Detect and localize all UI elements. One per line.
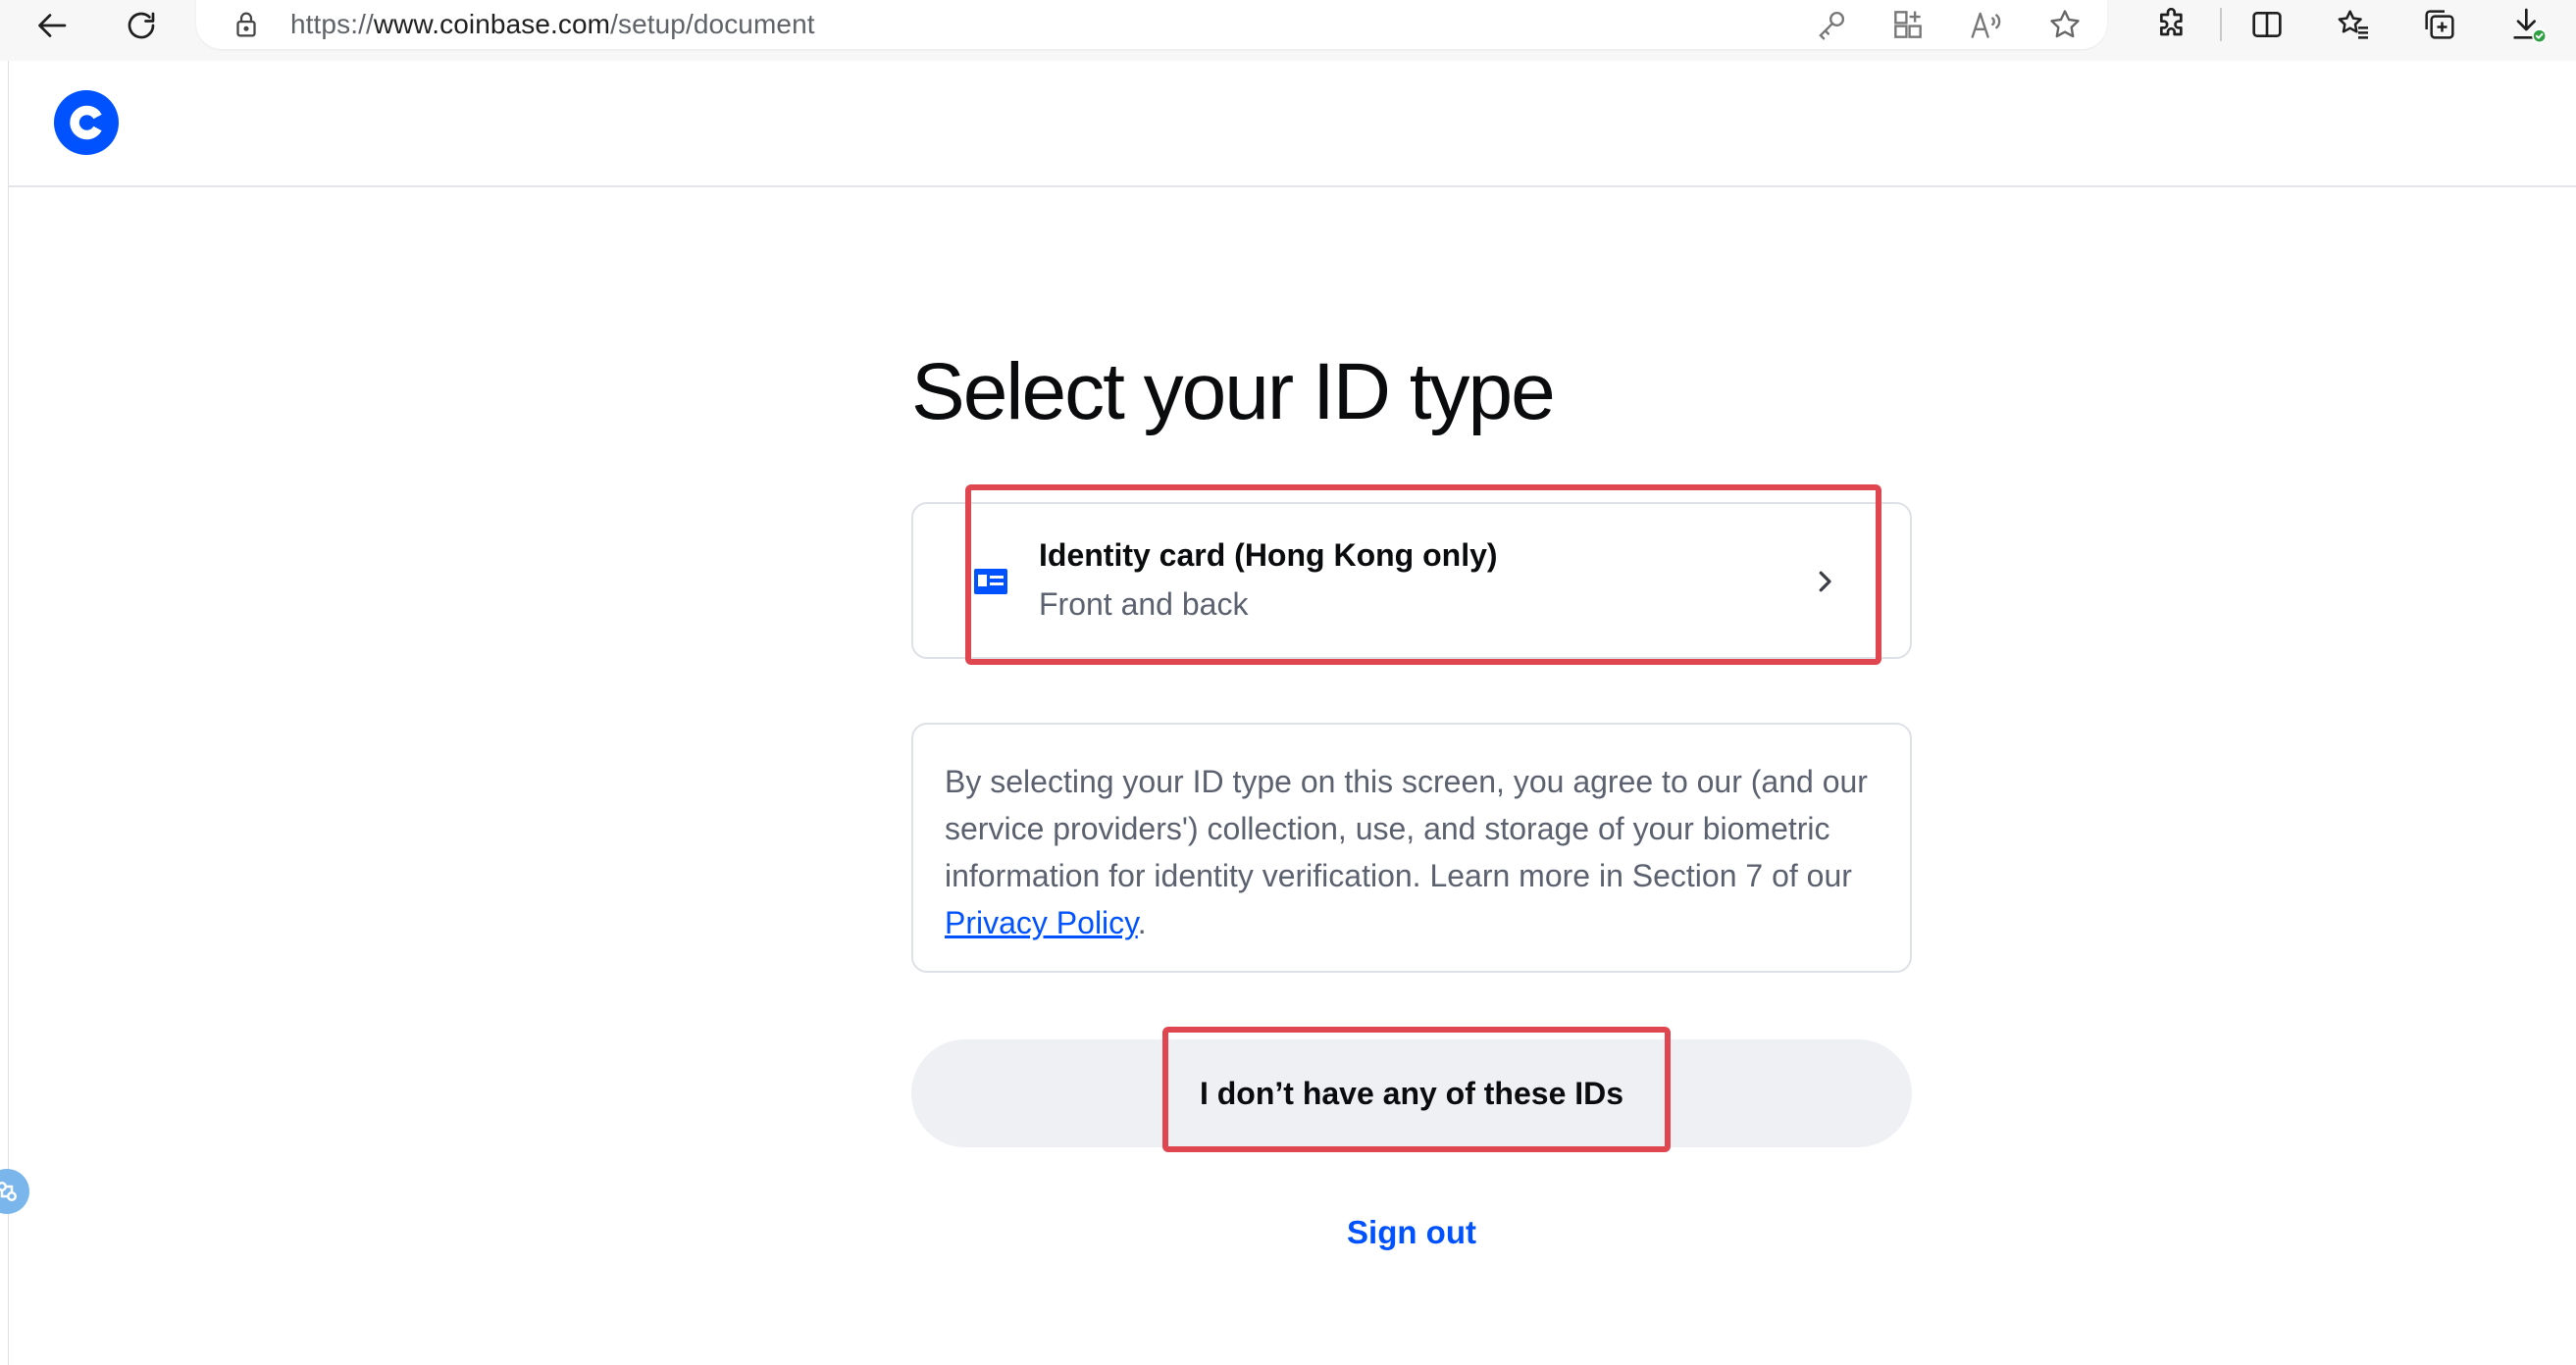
consent-text-body: By selecting your ID type on this screen… — [945, 764, 1868, 893]
lock-icon[interactable] — [230, 8, 263, 41]
downloads-button[interactable] — [2507, 4, 2549, 45]
favorite-star-icon — [2050, 10, 2080, 38]
consent-text: By selecting your ID type on this screen… — [945, 758, 1879, 946]
back-button[interactable] — [26, 4, 80, 47]
read-aloud-icon — [1971, 12, 2001, 38]
privacy-policy-link[interactable]: Privacy Policy — [945, 905, 1138, 940]
consent-text-end: . — [1137, 905, 1147, 940]
reload-icon — [128, 12, 155, 39]
biometric-consent-notice: By selecting your ID type on this screen… — [911, 723, 1912, 973]
id-option-subtitle: Front and back — [1039, 586, 1249, 622]
back-arrow-icon — [38, 14, 67, 37]
page: Select your ID type Identity card (Hong … — [8, 61, 2576, 1365]
url-host: www.coinbase.com — [373, 9, 611, 39]
split-screen-icon — [2252, 11, 2282, 37]
page-title: Select your ID type — [911, 347, 1556, 436]
url-prefix: https:// — [290, 9, 374, 39]
chevron-right-icon — [1819, 571, 1831, 592]
extensions-icon — [2160, 7, 2183, 36]
add-favorite-button[interactable] — [2046, 6, 2084, 43]
extensions-button[interactable] — [2152, 4, 2193, 45]
browser-toolbar: https://www.coinbase.com/setup/document — [0, 0, 2576, 61]
split-screen-button[interactable] — [2246, 4, 2288, 45]
app-grid-icon — [1894, 11, 1922, 38]
read-aloud-button[interactable] — [1968, 6, 2005, 43]
url-text[interactable]: https://www.coinbase.com/setup/document — [290, 8, 815, 41]
no-id-button[interactable]: I don’t have any of these IDs — [911, 1039, 1912, 1147]
favorites-button[interactable] — [2333, 4, 2374, 45]
collections-icon — [2425, 10, 2454, 39]
id-option-title: Identity card (Hong Kong only) — [1039, 537, 1498, 573]
url-path: /setup/document — [610, 9, 815, 39]
app-available-button[interactable] — [1889, 6, 1927, 43]
key-icon — [1819, 11, 1845, 40]
toolbar-divider — [2220, 8, 2222, 41]
id-option-identity-card[interactable]: Identity card (Hong Kong only) Front and… — [911, 502, 1912, 659]
widget-icon — [0, 1182, 17, 1201]
password-key-button[interactable] — [1813, 6, 1850, 43]
favorites-icon — [2338, 10, 2368, 39]
reload-button[interactable] — [114, 4, 169, 47]
downloads-icon — [2513, 8, 2548, 44]
address-bar[interactable]: https://www.coinbase.com/setup/document — [196, 0, 2107, 49]
collections-button[interactable] — [2419, 4, 2460, 45]
coinbase-logo[interactable] — [54, 90, 119, 155]
sign-out-link[interactable]: Sign out — [911, 1214, 1912, 1251]
site-header — [9, 61, 2576, 187]
id-card-icon — [974, 569, 1007, 594]
